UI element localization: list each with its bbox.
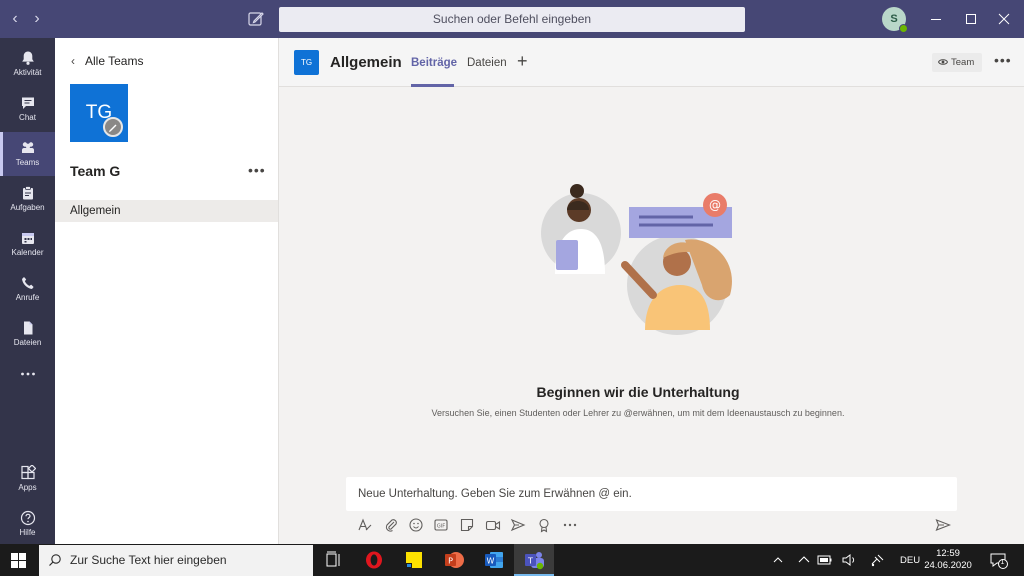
rail-label: Apps: [18, 483, 37, 492]
svg-text:GIF: GIF: [437, 524, 445, 530]
bell-icon: [21, 51, 34, 65]
add-tab-icon[interactable]: +: [517, 51, 528, 72]
emoji-icon[interactable]: [408, 517, 424, 533]
rail-label: Hilfe: [19, 528, 36, 537]
powerpoint-icon[interactable]: P: [434, 544, 474, 576]
phone-icon: [21, 277, 34, 289]
all-teams-link[interactable]: ‹ Alle Teams: [71, 54, 143, 68]
chevron-left-icon: ‹: [71, 54, 75, 68]
battery-icon[interactable]: [815, 544, 835, 576]
rail-item-aktivitaet[interactable]: Aktivität: [0, 42, 55, 86]
sticker-icon[interactable]: [459, 517, 475, 533]
forward-arrow-icon[interactable]: ›: [28, 10, 46, 28]
word-icon[interactable]: W: [474, 544, 514, 576]
task-view-icon[interactable]: [314, 544, 354, 576]
volume-icon[interactable]: [840, 544, 860, 576]
stream-icon[interactable]: [510, 517, 526, 533]
rail-item-teams[interactable]: Teams: [0, 132, 55, 176]
new-conversation-input[interactable]: Neue Unterhaltung. Geben Sie zum Erwähne…: [346, 477, 957, 511]
windows-taskbar: Zur Suche Text hier eingeben P W T DEU 1…: [0, 544, 1024, 576]
channel-more-options-icon[interactable]: •••: [994, 52, 1012, 68]
channel-item-allgemein[interactable]: Allgemein: [55, 200, 278, 222]
chevron-up-icon[interactable]: [794, 544, 814, 576]
system-clock[interactable]: 12:59 24.06.2020: [920, 548, 976, 572]
meet-now-icon[interactable]: [485, 517, 501, 533]
rail-label: Teams: [15, 158, 40, 167]
back-arrow-icon[interactable]: ‹: [6, 10, 24, 28]
svg-text:W: W: [487, 557, 495, 566]
input-language[interactable]: DEU: [900, 555, 920, 566]
clock-time: 12:59: [936, 548, 960, 559]
search-input[interactable]: Suchen oder Befehl eingeben: [279, 7, 745, 32]
network-icon[interactable]: [868, 544, 888, 576]
teams-taskbar-icon[interactable]: T: [514, 544, 554, 576]
empty-state-subtitle: Versuchen Sie, einen Studenten oder Lehr…: [431, 408, 845, 418]
close-icon[interactable]: [994, 9, 1014, 29]
eye-icon: [938, 59, 948, 65]
active-tab-indicator: [411, 84, 454, 87]
minimize-icon[interactable]: [926, 9, 946, 29]
teams-icon: [21, 142, 34, 153]
notification-chevron-icon[interactable]: [768, 544, 788, 576]
clock-date: 24.06.2020: [924, 560, 972, 571]
edit-picture-icon[interactable]: [103, 117, 123, 137]
rail-item-kalender[interactable]: Kalender: [0, 222, 55, 266]
gif-icon[interactable]: GIF: [433, 517, 449, 533]
action-center-icon[interactable]: 1: [984, 544, 1014, 576]
channel-header: TG Allgemein Beiträge Dateien + Team •••: [279, 38, 1024, 87]
more-icon: [20, 372, 35, 376]
help-icon: [20, 510, 35, 526]
rail-item-apps[interactable]: Apps: [0, 457, 55, 501]
svg-text:P: P: [448, 557, 453, 566]
chat-icon: [21, 97, 34, 109]
app-bar: Aktivität Chat Teams Aufgaben Kalender A…: [0, 38, 55, 544]
windows-start-icon[interactable]: [11, 553, 26, 568]
assignments-icon: [22, 186, 33, 200]
rail-item-chat[interactable]: Chat: [0, 87, 55, 131]
notification-count: 1: [1000, 559, 1005, 566]
presence-available-icon: [899, 24, 908, 33]
taskbar-search-placeholder: Zur Suche Text hier eingeben: [70, 553, 227, 567]
title-bar: ‹ › Suchen oder Befehl eingeben S: [0, 0, 1024, 38]
team-more-options-icon[interactable]: •••: [248, 162, 266, 178]
rail-label: Aktivität: [13, 68, 42, 77]
tab-beitraege[interactable]: Beiträge: [411, 57, 457, 69]
more-apps-button[interactable]: [0, 357, 55, 401]
send-icon[interactable]: [935, 517, 952, 533]
rail-item-dateien[interactable]: Dateien: [0, 312, 55, 356]
calendar-icon: [21, 233, 34, 244]
search-icon: [49, 554, 61, 566]
format-icon[interactable]: [357, 517, 373, 533]
all-teams-label: Alle Teams: [85, 54, 144, 68]
files-icon: [23, 321, 32, 335]
rail-item-aufgaben[interactable]: Aufgaben: [0, 177, 55, 221]
conversation-illustration: @: [541, 184, 732, 335]
attach-icon[interactable]: [383, 517, 399, 533]
rail-label: Chat: [19, 113, 36, 122]
svg-text:T: T: [527, 557, 533, 566]
new-chat-icon[interactable]: [246, 9, 266, 29]
channel-team-badge: TG: [294, 50, 319, 75]
rail-label: Dateien: [13, 338, 42, 347]
sticky-notes-icon[interactable]: [394, 544, 434, 576]
svg-text:@: @: [709, 198, 721, 212]
more-options-icon[interactable]: [562, 517, 578, 533]
channel-title: Allgemein: [330, 54, 402, 71]
team-view-button[interactable]: Team: [932, 53, 982, 72]
praise-icon[interactable]: [536, 517, 552, 533]
rail-item-anrufe[interactable]: Anrufe: [0, 267, 55, 311]
opera-icon[interactable]: [354, 544, 394, 576]
maximize-icon[interactable]: [961, 9, 981, 29]
team-view-label: Team: [951, 57, 975, 68]
empty-state-title: Beginnen wir die Unterhaltung: [536, 384, 740, 400]
team-panel: ‹ Alle Teams TG Team G ••• Allgemein: [55, 38, 279, 544]
rail-label: Aufgaben: [10, 203, 45, 212]
team-name: Team G: [70, 163, 121, 179]
taskbar-search-input[interactable]: Zur Suche Text hier eingeben: [39, 545, 313, 576]
apps-icon: [20, 465, 36, 480]
rail-label: Anrufe: [15, 293, 40, 302]
rail-label: Kalender: [11, 248, 44, 257]
rail-item-hilfe[interactable]: Hilfe: [0, 502, 55, 546]
tab-dateien[interactable]: Dateien: [467, 57, 507, 69]
